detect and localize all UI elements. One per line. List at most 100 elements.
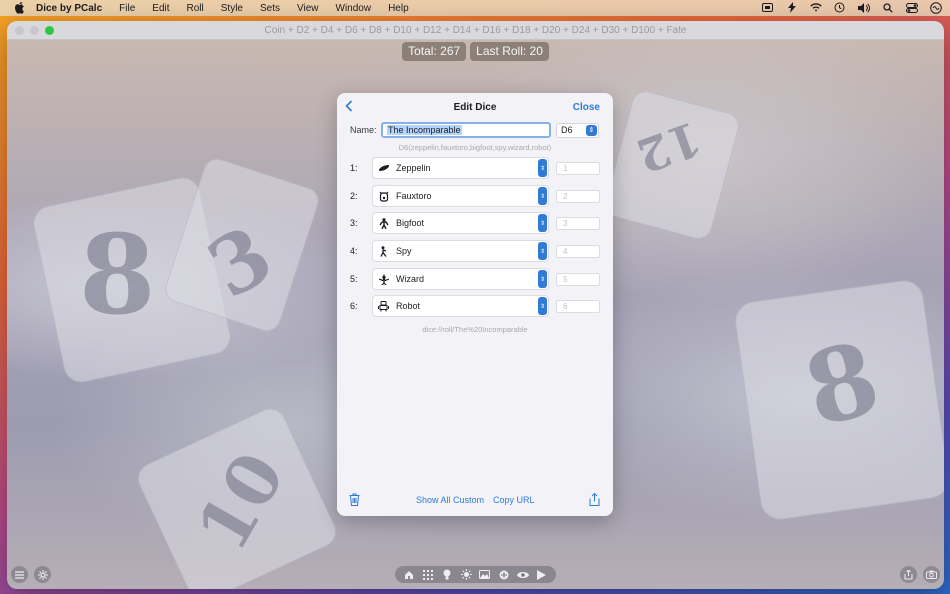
- face-label: Wizard: [396, 274, 425, 284]
- lightbulb-icon[interactable]: [441, 569, 453, 581]
- close-window-button[interactable]: [15, 26, 24, 35]
- menu-sets[interactable]: Sets: [260, 3, 280, 14]
- panel-header: Edit Dice Close: [337, 93, 613, 121]
- updown-chevron-icon: ⇕: [586, 124, 597, 136]
- face-row: 2: Fauxtoro ⇕ 2: [350, 185, 600, 207]
- share-scene-button[interactable]: [900, 566, 917, 583]
- face-value-input[interactable]: 5: [556, 272, 600, 286]
- face-select[interactable]: Zeppelin ⇕: [372, 157, 549, 179]
- siri-icon[interactable]: [929, 1, 942, 14]
- status-area: [761, 1, 942, 14]
- sun-icon[interactable]: [460, 569, 472, 581]
- roll-summary: Total: 267 Last Roll: 20: [7, 42, 944, 61]
- face-value-input[interactable]: 1: [556, 161, 600, 175]
- bigfoot-icon: [377, 217, 390, 230]
- face-label: Spy: [396, 246, 412, 256]
- trash-icon[interactable]: [349, 493, 361, 507]
- list-icon: [15, 570, 24, 579]
- menu-style[interactable]: Style: [221, 3, 243, 14]
- updown-chevron-icon: ⇕: [538, 214, 547, 232]
- eye-icon[interactable]: [516, 569, 529, 581]
- updown-chevron-icon: ⇕: [538, 242, 547, 260]
- dice-type-select[interactable]: D6 ⇕: [556, 122, 599, 138]
- settings-button[interactable]: [34, 566, 51, 583]
- control-center-icon[interactable]: [905, 1, 918, 14]
- menu-help[interactable]: Help: [388, 3, 409, 14]
- dice-url: dice://roll/The%20Incomparable: [422, 325, 528, 334]
- wifi-icon[interactable]: [809, 1, 822, 14]
- last-roll-badge: Last Roll: 20: [470, 42, 549, 61]
- camera-icon: [926, 570, 937, 579]
- gear-icon: [37, 569, 48, 580]
- bottom-right-controls: [900, 566, 940, 583]
- face-select[interactable]: Spy ⇕: [372, 240, 549, 262]
- face-label: Bigfoot: [396, 218, 425, 228]
- updown-chevron-icon: ⇕: [538, 297, 547, 315]
- total-badge: Total: 267: [402, 42, 467, 61]
- volume-icon[interactable]: [857, 1, 870, 14]
- menu-list-button[interactable]: [11, 566, 28, 583]
- name-label: Name:: [350, 125, 377, 135]
- face-value-input[interactable]: 4: [556, 244, 600, 258]
- face-select[interactable]: Wizard ⇕: [372, 268, 549, 290]
- window-title: Coin + D2 + D4 + D6 + D8 + D10 + D12 + D…: [264, 24, 687, 36]
- screen-share-icon[interactable]: [761, 1, 774, 14]
- face-value-input[interactable]: 2: [556, 189, 600, 203]
- minimize-window-button[interactable]: [30, 26, 39, 35]
- die-face-decoration: 8: [79, 210, 156, 339]
- dice-name-input[interactable]: The Incomparable: [381, 122, 551, 138]
- fauxtoro-icon: [377, 190, 390, 203]
- bottom-left-controls: [11, 566, 51, 583]
- menu-app-name[interactable]: Dice by PCalc: [36, 3, 102, 14]
- face-select[interactable]: Fauxtoro ⇕: [372, 185, 549, 207]
- apple-menu-icon[interactable]: [12, 1, 26, 15]
- show-all-custom-button[interactable]: Show All Custom: [416, 495, 484, 505]
- panel-title: Edit Dice: [453, 101, 497, 113]
- updown-chevron-icon: ⇕: [538, 270, 547, 288]
- dice-style-icon[interactable]: [498, 569, 510, 581]
- menu-roll[interactable]: Roll: [187, 3, 204, 14]
- face-row: 4: Spy ⇕ 4: [350, 240, 600, 262]
- face-label: Zeppelin: [396, 163, 431, 173]
- updown-chevron-icon: ⇕: [538, 159, 547, 177]
- dice-type-value: D6: [561, 125, 573, 135]
- back-chevron-icon[interactable]: [345, 100, 357, 114]
- bottom-toolbar: [395, 566, 556, 583]
- copy-url-button[interactable]: Copy URL: [493, 495, 535, 505]
- face-value-input[interactable]: 3: [556, 216, 600, 230]
- spy-icon: [377, 245, 390, 258]
- face-label: Robot: [396, 301, 421, 311]
- face-row: 3: Bigfoot ⇕ 3: [350, 212, 600, 234]
- menu-window[interactable]: Window: [336, 3, 372, 14]
- face-number: 2:: [350, 191, 358, 201]
- menu-file[interactable]: File: [119, 3, 135, 14]
- title-bar[interactable]: Coin + D2 + D4 + D6 + D8 + D10 + D12 + D…: [7, 21, 944, 40]
- share-icon[interactable]: [589, 492, 601, 507]
- face-row: 6: Robot ⇕ 6: [350, 295, 600, 317]
- menu-bar: Dice by PCalc File Edit Roll Style Sets …: [0, 0, 950, 16]
- face-value-input[interactable]: 6: [556, 299, 600, 313]
- close-button[interactable]: Close: [573, 102, 600, 113]
- menu-view[interactable]: View: [297, 3, 319, 14]
- home-icon[interactable]: [403, 569, 415, 581]
- face-row: 1: Zeppelin ⇕ 1: [350, 157, 600, 179]
- face-number: 3:: [350, 218, 358, 228]
- image-icon[interactable]: [479, 569, 491, 581]
- face-number: 1:: [350, 163, 358, 173]
- menu-edit[interactable]: Edit: [152, 3, 169, 14]
- face-number: 5:: [350, 274, 358, 284]
- grid-icon[interactable]: [422, 569, 434, 581]
- time-machine-icon[interactable]: [833, 1, 846, 14]
- robot-icon: [377, 300, 390, 313]
- face-select[interactable]: Bigfoot ⇕: [372, 212, 549, 234]
- face-select[interactable]: Robot ⇕: [372, 295, 549, 317]
- updown-chevron-icon: ⇕: [538, 187, 547, 205]
- dice-name-value: The Incomparable: [387, 125, 462, 135]
- camera-button[interactable]: [923, 566, 940, 583]
- play-icon[interactable]: [536, 569, 548, 581]
- face-number: 4:: [350, 246, 358, 256]
- bolt-icon[interactable]: [785, 1, 798, 14]
- search-icon[interactable]: [881, 1, 894, 14]
- face-number: 6:: [350, 301, 358, 311]
- zoom-window-button[interactable]: [45, 26, 54, 35]
